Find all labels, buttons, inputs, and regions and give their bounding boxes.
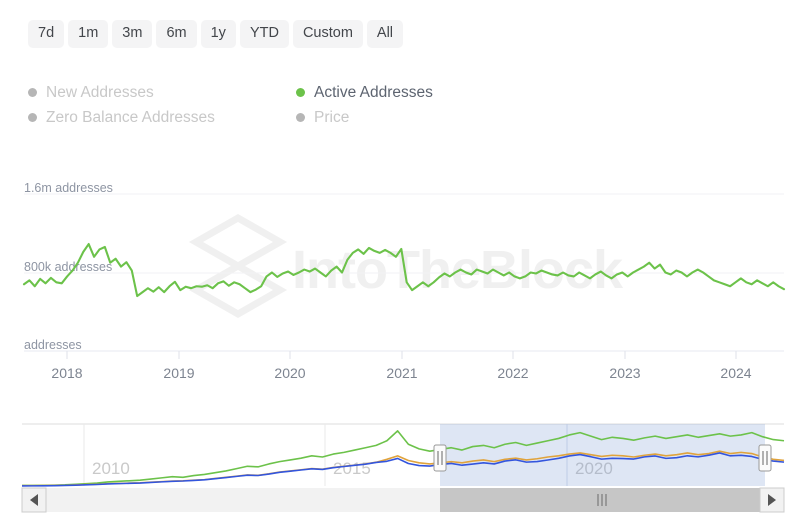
- range-button-1y[interactable]: 1y: [201, 20, 236, 48]
- main-chart[interactable]: IntoTheBlock 1.6m addresses 800k address…: [0, 170, 800, 400]
- navigator-selection-mask[interactable]: [440, 424, 765, 486]
- range-button-custom[interactable]: Custom: [293, 20, 363, 48]
- legend-label: Price: [314, 109, 349, 127]
- chart-page: 7d 1m 3m 6m 1y YTD Custom All New Addres…: [0, 0, 800, 531]
- x-axis-label-2019: 2019: [163, 365, 194, 381]
- navigator-handle-left[interactable]: [434, 445, 446, 471]
- legend-dot-icon: [28, 113, 37, 122]
- chart-legend: New Addresses Active Addresses Zero Bala…: [28, 80, 568, 130]
- navigator-handle-right[interactable]: [759, 445, 771, 471]
- x-axis-label-2022: 2022: [497, 365, 528, 381]
- scrollbar-right-arrow-button[interactable]: [760, 488, 784, 512]
- x-axis-label-2018: 2018: [51, 365, 82, 381]
- navigator-scrollbar[interactable]: [22, 488, 784, 512]
- range-button-all[interactable]: All: [367, 20, 403, 48]
- legend-label: Active Addresses: [314, 84, 433, 102]
- x-axis-label-2020: 2020: [274, 365, 305, 381]
- scrollbar-left-arrow-button[interactable]: [22, 488, 46, 512]
- range-button-6m[interactable]: 6m: [156, 20, 196, 48]
- legend-item-zero-balance-addresses[interactable]: Zero Balance Addresses: [28, 109, 296, 127]
- navigator-year-2010: 2010: [92, 459, 130, 478]
- watermark-logo: IntoTheBlock: [196, 218, 624, 314]
- legend-dot-icon: [296, 113, 305, 122]
- range-button-3m[interactable]: 3m: [112, 20, 152, 48]
- x-axis-ticks: [67, 351, 736, 359]
- range-button-7d[interactable]: 7d: [28, 20, 64, 48]
- legend-item-new-addresses[interactable]: New Addresses: [28, 84, 296, 102]
- legend-item-active-addresses[interactable]: Active Addresses: [296, 84, 568, 102]
- legend-item-price[interactable]: Price: [296, 109, 568, 127]
- navigator-year-2015: 2015: [333, 459, 371, 478]
- x-axis-label-2024: 2024: [720, 365, 751, 381]
- range-selector: 7d 1m 3m 6m 1y YTD Custom All: [28, 20, 403, 48]
- chart-navigator[interactable]: 2010 2015 2020: [0, 412, 800, 522]
- legend-dot-icon: [28, 88, 37, 97]
- range-button-1m[interactable]: 1m: [68, 20, 108, 48]
- legend-label: New Addresses: [46, 84, 154, 102]
- y-axis-label-top: 1.6m addresses: [24, 181, 113, 195]
- x-axis-label-2023: 2023: [609, 365, 640, 381]
- legend-label: Zero Balance Addresses: [46, 109, 215, 127]
- range-button-ytd[interactable]: YTD: [240, 20, 289, 48]
- legend-dot-icon: [296, 88, 305, 97]
- y-axis-label-mid: 800k addresses: [24, 260, 112, 274]
- y-axis-label-bottom: addresses: [24, 338, 82, 352]
- x-axis-label-2021: 2021: [386, 365, 417, 381]
